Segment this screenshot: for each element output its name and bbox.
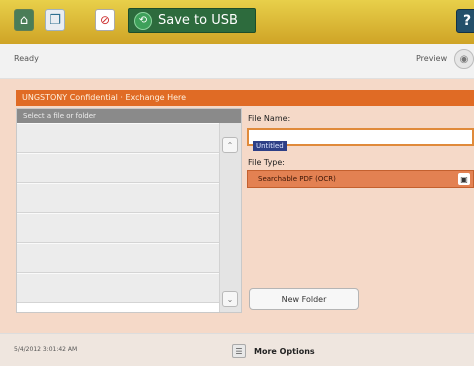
copy-button[interactable]: ❐ [45, 9, 65, 31]
file-settings-icon[interactable]: ▣ [458, 173, 470, 185]
timestamp: 5/4/2012 3:01:42 AM [14, 346, 78, 353]
more-options-button[interactable]: ☰ More Options [232, 343, 342, 359]
help-button[interactable]: ? [456, 9, 474, 33]
stop-icon: ⊘ [99, 13, 111, 27]
file-list: Select a file or folder ⌃ ⌄ [16, 108, 242, 313]
panel-title: UNGSTONY Confidential · Exchange Here [16, 90, 474, 106]
list-item[interactable] [17, 273, 219, 303]
preview-button[interactable]: ◉ [454, 49, 474, 69]
file-list-rows [17, 123, 219, 303]
more-options-label: More Options [254, 346, 315, 356]
list-item[interactable] [17, 183, 219, 213]
new-folder-button[interactable]: New Folder [249, 288, 359, 310]
home-button[interactable]: ⌂ [14, 9, 34, 31]
file-name-value: Untitled [253, 141, 287, 151]
toolbar: ⌂ ❐ ⊘ ⟲ Save to USB ? [0, 0, 474, 44]
copy-icon: ❐ [49, 12, 61, 28]
usb-icon: ⟲ [134, 11, 152, 30]
list-item[interactable] [17, 123, 219, 153]
footer: 5/4/2012 3:01:42 AM ☰ More Options [0, 333, 474, 366]
file-type-select[interactable]: Searchable PDF (OCR) ▣ [247, 170, 474, 188]
list-item[interactable] [17, 243, 219, 273]
scroll-down-button[interactable]: ⌄ [222, 291, 238, 307]
file-list-header: Select a file or folder [17, 109, 241, 123]
save-to-usb-label: Save to USB [158, 13, 238, 28]
preview-label: Preview [416, 54, 448, 63]
file-type-label: File Type: [248, 158, 285, 167]
file-type-value: Searchable PDF (OCR) [258, 175, 336, 183]
chevron-down-icon: ⌄ [226, 294, 234, 304]
preview-icon: ◉ [459, 53, 469, 65]
save-to-usb-button[interactable]: ⟲ Save to USB [128, 8, 256, 33]
file-name-input[interactable]: Untitled [247, 128, 474, 151]
more-options-icon: ☰ [232, 344, 246, 358]
status-bar: Ready Preview ◉ [0, 44, 474, 79]
scroll-up-button[interactable]: ⌃ [222, 137, 238, 153]
list-item[interactable] [17, 213, 219, 243]
chevron-up-icon: ⌃ [226, 140, 234, 150]
stop-button[interactable]: ⊘ [95, 9, 115, 31]
file-name-label: File Name: [248, 114, 291, 123]
list-item[interactable] [17, 153, 219, 183]
file-list-scrollbar[interactable]: ⌃ ⌄ [219, 123, 241, 312]
home-icon: ⌂ [19, 12, 29, 28]
status-text: Ready [14, 54, 39, 63]
